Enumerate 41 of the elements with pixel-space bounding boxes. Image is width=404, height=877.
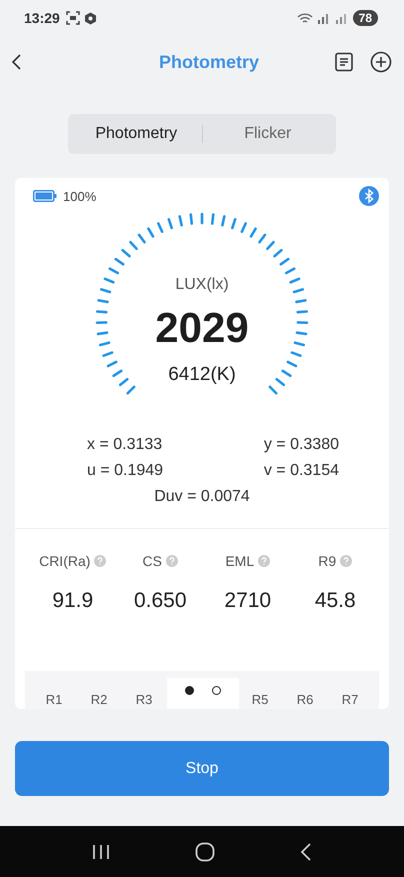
cct-value: 6412(K)	[168, 364, 236, 386]
metric-label: CRI(Ra)	[39, 552, 90, 569]
page-dot[interactable]	[212, 686, 221, 695]
r-label: R3	[134, 692, 154, 709]
wifi-icon	[296, 12, 313, 24]
recents-icon[interactable]	[92, 844, 110, 860]
battery-icon	[33, 190, 57, 202]
bluetooth-icon[interactable]	[359, 186, 379, 206]
metric-value: 2710	[224, 588, 272, 613]
r-label: R2	[90, 692, 108, 709]
chromaticity-value: u = 0.1949	[87, 462, 164, 480]
battery-percent: 100%	[63, 188, 96, 204]
duv-value: Duv = 0.0074	[154, 488, 250, 505]
signal-icon	[334, 12, 349, 24]
battery-indicator: 78	[352, 10, 378, 26]
signal-icon	[316, 12, 331, 24]
metric-label: CS	[142, 552, 162, 569]
lux-value: 2029	[155, 304, 249, 352]
lux-unit-label: LUX(lx)	[175, 276, 229, 294]
r-label: R7	[340, 692, 360, 709]
status-time: 13:29	[24, 10, 60, 26]
metric-label: R9	[318, 552, 336, 569]
home-icon[interactable]	[194, 842, 215, 862]
r-label: R5	[250, 692, 270, 709]
metric-value: 0.650	[134, 588, 187, 613]
metric-value: 91.9	[52, 588, 94, 613]
r-label: R6	[296, 692, 314, 709]
metric-value: 45.8	[314, 588, 356, 613]
chromaticity-value: y = 0.3380	[264, 436, 339, 454]
metric-label: EML	[225, 552, 254, 569]
add-icon[interactable]	[370, 51, 392, 73]
page-dot[interactable]	[185, 686, 194, 695]
stop-button[interactable]: Stop	[15, 741, 389, 796]
tab[interactable]: Flicker	[202, 117, 333, 151]
chromaticity-value: x = 0.3133	[87, 436, 164, 454]
chromaticity-value: v = 0.3154	[264, 462, 339, 480]
screenshot-icon	[66, 11, 80, 25]
r-label: R1	[44, 692, 64, 709]
back-icon[interactable]	[300, 842, 312, 860]
page-title: Photometry	[158, 52, 260, 72]
document-icon[interactable]	[334, 52, 354, 72]
